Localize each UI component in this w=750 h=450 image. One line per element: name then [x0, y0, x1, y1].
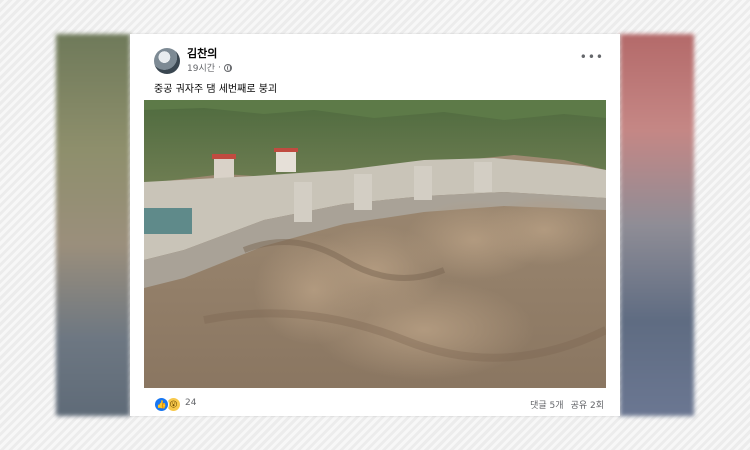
facebook-post: 김찬의 19시간 · ••• 중공 궈자주 댐 세번째로 붕괴 👍 😮 24 댓… [130, 34, 620, 416]
meta-dot: · [218, 62, 221, 73]
post-stats: 댓글 5개 공유 2회 [530, 398, 604, 411]
author-name[interactable]: 김찬의 [187, 45, 217, 61]
reaction-icons[interactable]: 👍 😮 [154, 397, 181, 412]
globe-icon [223, 63, 232, 72]
share-count[interactable]: 공유 2회 [571, 398, 604, 411]
more-options-button[interactable]: ••• [580, 50, 604, 64]
post-text: 중공 궈자주 댐 세번째로 붕괴 [154, 84, 278, 95]
post-time[interactable]: 19시간 [187, 61, 215, 74]
blurred-background-left [56, 34, 130, 416]
comment-count[interactable]: 댓글 5개 [530, 398, 563, 411]
post-meta: 19시간 · [187, 61, 232, 74]
post-footer: 👍 😮 24 댓글 5개 공유 2회 [130, 392, 620, 416]
blurred-background-right [620, 34, 694, 416]
avatar[interactable] [154, 48, 180, 74]
reaction-count[interactable]: 24 [185, 398, 196, 408]
post-photo[interactable] [144, 100, 606, 388]
like-icon: 👍 [154, 397, 169, 412]
